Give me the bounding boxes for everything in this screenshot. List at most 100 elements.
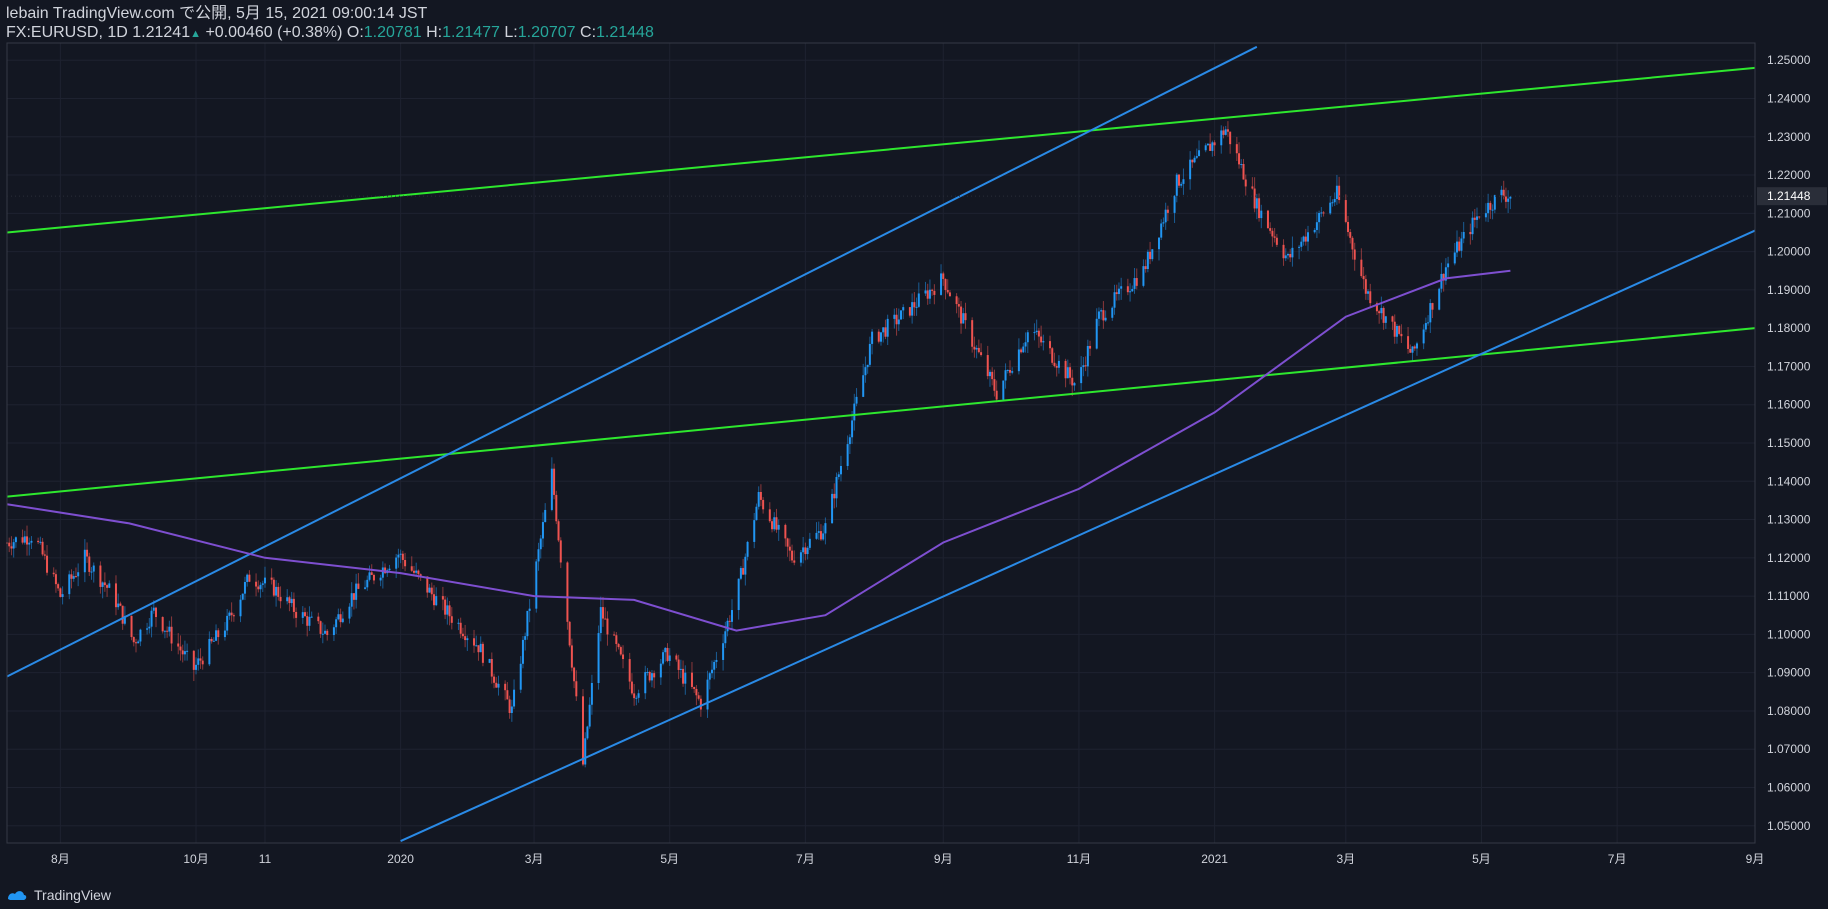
symbol-label: FX:EURUSD, 1D [6, 24, 128, 41]
grid [7, 43, 1756, 843]
candle [1369, 291, 1372, 304]
candle [26, 536, 29, 545]
candle [395, 557, 398, 569]
candle [804, 547, 807, 555]
candle [168, 626, 171, 632]
candle [28, 542, 31, 545]
candle [290, 598, 293, 604]
candle [1017, 349, 1020, 372]
candle [1142, 266, 1145, 286]
candle [1166, 209, 1169, 213]
x-tick-label: 2020 [387, 852, 414, 866]
candle [381, 567, 384, 578]
candle [321, 633, 324, 635]
candle [292, 598, 295, 612]
candle [855, 396, 858, 404]
x-tick-label: 2021 [1201, 852, 1228, 866]
candle [479, 643, 482, 653]
ma-line [6, 269, 1511, 632]
candle [1349, 232, 1352, 238]
candle [1193, 157, 1196, 163]
candle [239, 599, 242, 617]
candle [506, 690, 509, 700]
candle [1353, 249, 1356, 260]
candle [1160, 223, 1163, 238]
candle [399, 553, 402, 555]
y-tick-label: 1.12000 [1767, 551, 1811, 565]
candle [553, 468, 556, 495]
x-tick-label: 10月 [183, 852, 208, 866]
candle [833, 493, 836, 499]
candle [179, 646, 182, 651]
candle [341, 618, 344, 623]
candle [246, 574, 249, 582]
candle [650, 673, 653, 681]
candle [1271, 230, 1274, 237]
candle [535, 561, 538, 609]
candle [768, 509, 771, 522]
candle [1478, 216, 1481, 218]
candle [1042, 341, 1045, 343]
candle [488, 658, 491, 663]
candle [793, 560, 796, 563]
candle [1073, 383, 1076, 386]
y-tick-label: 1.08000 [1767, 704, 1811, 718]
candle [986, 355, 989, 377]
candle [412, 570, 415, 573]
candle [1146, 251, 1149, 270]
candle [799, 552, 802, 563]
candle [762, 499, 765, 510]
candle [759, 491, 762, 500]
y-tick-label: 1.13000 [1767, 513, 1811, 527]
candle [1206, 143, 1209, 146]
candle [646, 671, 649, 673]
candle [197, 658, 200, 665]
candle [1384, 316, 1387, 323]
candle [817, 531, 820, 533]
candle [1149, 251, 1152, 260]
candle [880, 332, 882, 342]
candle [926, 290, 929, 299]
candle [1198, 150, 1201, 157]
candle [477, 645, 480, 653]
candle [1020, 349, 1023, 353]
candle [877, 331, 880, 342]
candle [1391, 316, 1394, 322]
candle [134, 642, 137, 644]
candle [1211, 142, 1214, 151]
candle [744, 556, 747, 575]
candle [1351, 237, 1354, 250]
candle [1431, 303, 1434, 310]
price-chart[interactable]: 1.05000 1.06000 1.07000 1.08000 1.09000 1.100… [0, 0, 1828, 909]
y-tick-label: 1.17000 [1767, 359, 1811, 373]
candle [1504, 196, 1507, 202]
candle [1320, 212, 1323, 214]
candle [415, 570, 418, 573]
candle [1057, 360, 1060, 368]
candle [1095, 318, 1098, 349]
candle [993, 379, 996, 391]
candle [933, 290, 936, 295]
candle [1035, 330, 1038, 333]
candle [1469, 231, 1472, 235]
candle [1113, 292, 1116, 308]
candle [255, 581, 258, 587]
candle [317, 616, 320, 622]
candle [481, 643, 484, 663]
candle [715, 659, 718, 662]
candle [975, 347, 978, 350]
candle [771, 521, 774, 530]
candle [52, 572, 55, 575]
high-label: H: [426, 24, 443, 41]
candle [1115, 292, 1118, 295]
candle [1284, 255, 1287, 259]
candle [1409, 348, 1412, 353]
candle [746, 541, 749, 557]
candle [397, 554, 400, 558]
candle [261, 583, 264, 585]
candle [871, 331, 874, 344]
candle [1362, 276, 1365, 280]
candle [1509, 196, 1512, 199]
candle [1260, 210, 1263, 219]
publish-info: lebain TradingView.com で公開, 5月 15, 2021 … [6, 5, 428, 22]
